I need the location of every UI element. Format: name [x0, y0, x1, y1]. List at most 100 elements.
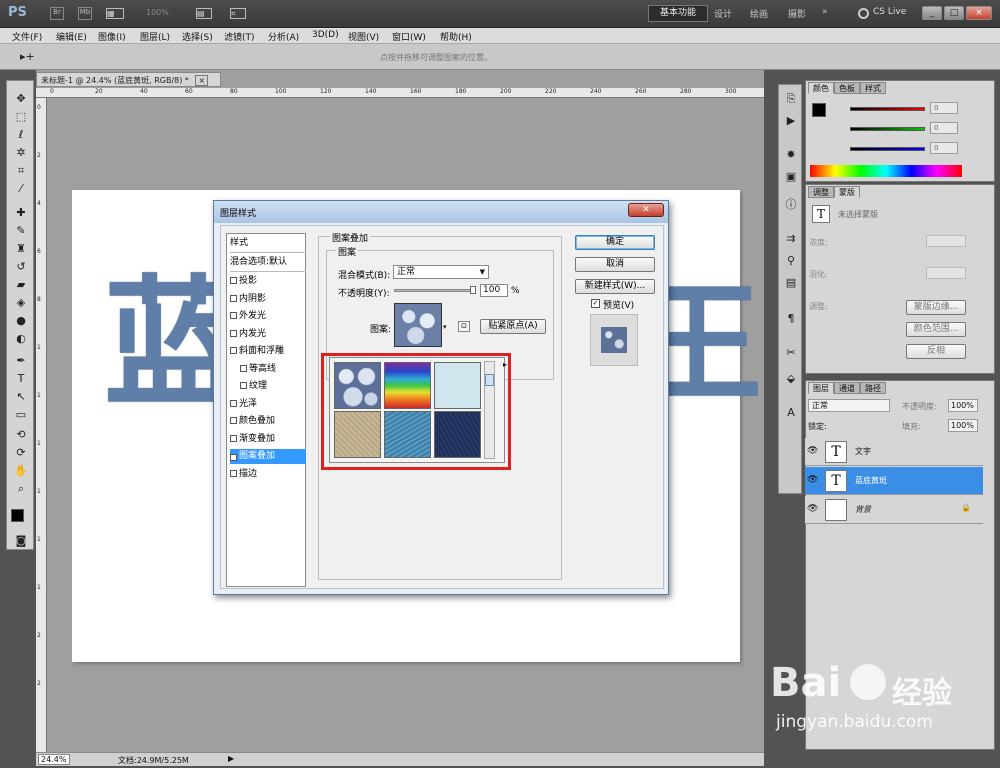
menu-view[interactable]: 视图(V): [348, 30, 379, 43]
lasso-tool-icon[interactable]: ℓ: [11, 127, 31, 143]
tab-channels[interactable]: 通道: [834, 382, 860, 394]
3d-panel-icon[interactable]: ⚲: [781, 253, 801, 269]
style-checkbox[interactable]: [230, 312, 237, 319]
history-brush-icon[interactable]: ↺: [11, 259, 31, 275]
cs-live-icon[interactable]: [858, 8, 869, 19]
cancel-button[interactable]: 取消: [575, 257, 655, 272]
tab-color[interactable]: 颜色: [808, 82, 834, 94]
maximize-button[interactable]: □: [944, 6, 964, 20]
layer-row-selected[interactable]: 👁 T 蓝底黄斑: [805, 467, 983, 495]
view-extras-icon[interactable]: ▦: [106, 8, 124, 19]
menu-analysis[interactable]: 分析(A): [268, 30, 299, 43]
tab-adjustments[interactable]: 调整: [808, 186, 834, 198]
menu-edit[interactable]: 编辑(E): [56, 30, 87, 43]
zoom-tool-icon[interactable]: ⌕: [11, 481, 31, 497]
paragraph-panel-icon[interactable]: ¶: [781, 311, 801, 327]
history-panel-icon[interactable]: ⎘: [781, 91, 801, 107]
eraser-tool-icon[interactable]: ▰: [11, 277, 31, 293]
clone-source-icon[interactable]: ▣: [781, 169, 801, 185]
preview-checkbox[interactable]: ✓: [591, 299, 600, 308]
workspace-painting[interactable]: 绘画: [750, 7, 768, 20]
crop-tool-icon[interactable]: ⌗: [11, 163, 31, 179]
eye-icon[interactable]: 👁: [807, 446, 818, 456]
animation-panel-icon[interactable]: ✂: [781, 345, 801, 361]
menu-window[interactable]: 窗口(W): [392, 30, 426, 43]
blend-mode-select[interactable]: 正常: [808, 399, 890, 412]
layer-row[interactable]: 👁 T 文字: [805, 438, 983, 466]
layer-row[interactable]: 👁 背景 🔒: [805, 496, 983, 524]
menu-file[interactable]: 文件(F): [12, 30, 42, 43]
fg-color-chip[interactable]: [812, 103, 826, 117]
3d-orbit-icon[interactable]: ⟳: [11, 445, 31, 461]
status-arrow-icon[interactable]: ▶: [228, 754, 234, 763]
workspace-photography[interactable]: 摄影: [788, 7, 806, 20]
close-button[interactable]: ×: [966, 6, 992, 20]
tab-layers[interactable]: 图层: [808, 382, 834, 394]
style-list-item[interactable]: 内发光: [230, 327, 306, 342]
new-preset-icon[interactable]: ⊡: [458, 321, 470, 332]
cs-live-label[interactable]: CS Live: [873, 7, 906, 17]
opacity-slider[interactable]: [394, 289, 476, 292]
move-tool-icon[interactable]: ▸+: [20, 50, 35, 63]
blend-mode-dropdown[interactable]: 正常 ▼: [393, 265, 489, 279]
dodge-tool-icon[interactable]: ◐: [11, 331, 31, 347]
eye-icon[interactable]: 👁: [807, 504, 818, 514]
opacity-slider-thumb[interactable]: [470, 286, 476, 294]
pattern-picker-arrow-icon[interactable]: ▾: [443, 323, 447, 331]
bridge-icon[interactable]: Br: [50, 7, 64, 20]
style-list-item[interactable]: 描边: [230, 467, 306, 482]
style-checkbox[interactable]: [230, 347, 237, 354]
arrange-docs-icon[interactable]: ▤: [196, 8, 212, 19]
style-checkbox[interactable]: [230, 469, 237, 477]
tool-presets-icon[interactable]: ⇉: [781, 231, 801, 247]
snap-to-origin-button[interactable]: 贴紧原点(A): [480, 319, 546, 334]
style-list-item[interactable]: 等高线: [230, 362, 306, 377]
style-checkbox[interactable]: [230, 434, 237, 442]
pattern-picker[interactable]: [394, 303, 442, 347]
screen-mode-icon[interactable]: ⌗: [230, 8, 246, 19]
style-list-item[interactable]: 颜色叠加: [230, 414, 306, 429]
pen-tool-icon[interactable]: ✒: [11, 353, 31, 369]
new-style-button[interactable]: 新建样式(W)...: [575, 279, 655, 294]
info-panel-icon[interactable]: ⓘ: [781, 197, 801, 213]
style-checkbox[interactable]: [230, 294, 237, 302]
style-checkbox[interactable]: [230, 329, 237, 337]
style-checkbox[interactable]: [230, 399, 237, 407]
style-list-item[interactable]: 光泽: [230, 397, 306, 412]
feather-field[interactable]: [926, 267, 966, 279]
fill-field[interactable]: 100%: [948, 419, 978, 432]
character-panel-icon[interactable]: A: [781, 405, 801, 421]
style-list-item[interactable]: 内阴影: [230, 292, 306, 307]
shape-tool-icon[interactable]: ▭: [11, 407, 31, 423]
menu-select[interactable]: 选择(S): [182, 30, 213, 43]
style-list-item[interactable]: 渐变叠加: [230, 432, 306, 447]
red-slider[interactable]: [850, 107, 925, 111]
invert-button[interactable]: 反相: [906, 344, 966, 359]
red-value[interactable]: 0: [930, 102, 958, 114]
3d-rotate-icon[interactable]: ⟲: [11, 427, 31, 443]
tab-styles[interactable]: 样式: [860, 82, 886, 94]
style-checkbox[interactable]: [230, 417, 237, 424]
healing-brush-icon[interactable]: ✚: [11, 205, 31, 221]
document-tab[interactable]: 未标题-1 @ 24.4% (蓝底黄斑, RGB/8) * ×: [36, 72, 221, 87]
quick-select-tool-icon[interactable]: ✲: [11, 145, 31, 161]
color-range-button[interactable]: 颜色范围...: [906, 322, 966, 337]
paint-bucket-icon[interactable]: ◈: [11, 295, 31, 311]
menu-3d[interactable]: 3D(D): [312, 30, 339, 40]
style-list-item[interactable]: 外发光: [230, 309, 306, 324]
density-field[interactable]: [926, 235, 966, 247]
minimize-button[interactable]: _: [922, 6, 942, 20]
measure-panel-icon[interactable]: ▤: [781, 275, 801, 291]
green-value[interactable]: 0: [930, 122, 958, 134]
close-doc-icon[interactable]: ×: [195, 75, 209, 86]
mask-edge-button[interactable]: 蒙版边缘...: [906, 300, 966, 315]
foreground-color-swatch[interactable]: [11, 509, 24, 522]
tab-paths[interactable]: 路径: [860, 382, 886, 394]
style-checkbox[interactable]: [240, 382, 247, 389]
style-checkbox[interactable]: ✓: [230, 454, 237, 461]
ok-button[interactable]: 确定: [575, 235, 655, 250]
style-list-item[interactable]: 斜面和浮雕: [230, 344, 306, 359]
layer-opacity-field[interactable]: 100%: [948, 399, 978, 412]
clone-stamp-icon[interactable]: ♜: [11, 241, 31, 257]
eyedropper-tool-icon[interactable]: ⁄: [11, 181, 31, 197]
